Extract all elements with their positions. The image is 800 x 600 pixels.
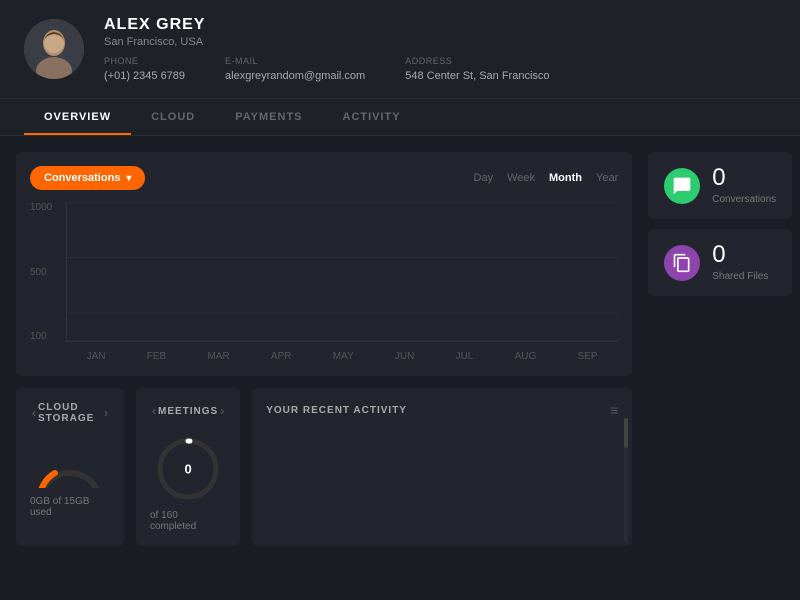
phone-label: PHONE <box>104 56 185 66</box>
donut-center-value: 0 <box>184 462 191 477</box>
cloud-next-button[interactable]: › <box>102 404 110 422</box>
meetings-header: ‹ MEETINGS › <box>150 402 226 420</box>
conversations-info: 0 Conversations <box>712 166 776 205</box>
chart-wrapper: 1000 500 100 JAN FEB MAR <box>30 202 618 362</box>
tab-payments[interactable]: PAYMENTS <box>215 99 322 135</box>
header: ALEX GREY San Francisco, USA PHONE (+01)… <box>0 0 800 99</box>
chart-x-labels: JAN FEB MAR APR MAY JUN JUL AUG SEP <box>66 351 618 362</box>
scrollbar-track <box>624 418 628 542</box>
email-label: E-MAIL <box>225 56 365 66</box>
meetings-next-nav: › <box>218 402 226 420</box>
filter-day[interactable]: Day <box>474 172 494 184</box>
x-label-may: MAY <box>333 351 354 362</box>
cloud-prev-nav: ‹ <box>30 404 38 422</box>
left-panel: Conversations Day Week Month Year 1000 5… <box>16 152 632 546</box>
x-label-sep: SEP <box>578 351 598 362</box>
address-label: ADDRESS <box>405 56 549 66</box>
chart-canvas <box>66 202 618 342</box>
x-label-feb: FEB <box>147 351 166 362</box>
cloud-next-nav: › <box>102 404 110 422</box>
cloud-prev-button[interactable]: ‹ <box>30 404 38 422</box>
profile-location: San Francisco, USA <box>104 36 776 48</box>
shared-files-count: 0 <box>712 243 776 267</box>
stat-conversations: 0 Conversations <box>648 152 792 219</box>
shared-files-icon <box>664 245 700 281</box>
meetings-card: ‹ MEETINGS › 0 of 160 completed <box>136 388 240 546</box>
activity-menu-icon[interactable]: ≡ <box>610 402 618 418</box>
x-label-aug: AUG <box>515 351 537 362</box>
conversations-icon <box>664 168 700 204</box>
shared-files-info: 0 Shared Files <box>712 243 776 282</box>
phone-value: (+01) 2345 6789 <box>104 70 185 82</box>
conversations-label: Conversations <box>712 194 776 205</box>
tab-activity[interactable]: ACTIVITY <box>323 99 421 135</box>
stats-grid: 0 Conversations 0 Messages <box>648 152 800 296</box>
email-value: alexgreyrandom@gmail.com <box>225 70 365 82</box>
stat-shared-files: 0 Shared Files <box>648 229 792 296</box>
phone-contact: PHONE (+01) 2345 6789 <box>104 56 185 82</box>
y-label-1000: 1000 <box>30 202 52 213</box>
profile-info: ALEX GREY San Francisco, USA PHONE (+01)… <box>104 16 776 82</box>
meetings-title: MEETINGS <box>158 406 218 417</box>
activity-header: YOUR RECENT ACTIVITY ≡ <box>266 402 618 418</box>
avatar <box>24 19 84 79</box>
chart-y-labels: 1000 500 100 <box>30 202 52 342</box>
chart-area: Conversations Day Week Month Year 1000 5… <box>16 152 632 376</box>
x-label-jan: JAN <box>87 351 106 362</box>
bottom-row: ‹ CLOUD STORAGE › 0GB of 15GB used <box>16 388 632 546</box>
cloud-storage-title: CLOUD STORAGE <box>38 402 102 424</box>
x-label-jun: JUN <box>395 351 414 362</box>
conversations-count: 0 <box>712 166 776 190</box>
x-label-apr: APR <box>271 351 292 362</box>
meetings-next-button[interactable]: › <box>218 402 226 420</box>
nav-tabs: OVERVIEW CLOUD PAYMENTS ACTIVITY <box>0 99 800 136</box>
meetings-prev-nav: ‹ <box>150 402 158 420</box>
tab-overview[interactable]: OVERVIEW <box>24 99 131 135</box>
activity-title: YOUR RECENT ACTIVITY <box>266 405 407 416</box>
chart-header: Conversations Day Week Month Year <box>30 166 618 190</box>
filter-month[interactable]: Month <box>549 172 582 184</box>
scrollbar-thumb[interactable] <box>624 418 628 448</box>
filter-year[interactable]: Year <box>596 172 618 184</box>
shared-files-label: Shared Files <box>712 271 776 282</box>
y-label-500: 500 <box>30 267 52 278</box>
conversations-dropdown[interactable]: Conversations <box>30 166 145 190</box>
time-filters: Day Week Month Year <box>474 172 619 184</box>
cloud-storage-header: ‹ CLOUD STORAGE › <box>30 402 110 424</box>
right-panel: 0 Conversations 0 Messages <box>648 152 800 546</box>
activity-card: YOUR RECENT ACTIVITY ≡ <box>252 388 632 546</box>
address-contact: ADDRESS 548 Center St, San Francisco <box>405 56 549 82</box>
profile-name: ALEX GREY <box>104 16 776 34</box>
address-value: 548 Center St, San Francisco <box>405 70 549 82</box>
main-content: Conversations Day Week Month Year 1000 5… <box>0 136 800 562</box>
meetings-prev-button[interactable]: ‹ <box>150 402 158 420</box>
email-contact: E-MAIL alexgreyrandom@gmail.com <box>225 56 365 82</box>
donut-container: 0 <box>153 434 223 504</box>
contact-info: PHONE (+01) 2345 6789 E-MAIL alexgreyran… <box>104 56 776 82</box>
tab-cloud[interactable]: CLOUD <box>131 99 215 135</box>
x-label-jul: JUL <box>456 351 474 362</box>
cloud-storage-card: ‹ CLOUD STORAGE › 0GB of 15GB used <box>16 388 124 546</box>
y-label-100: 100 <box>30 331 52 342</box>
gauge-container <box>30 438 110 488</box>
meetings-label: of 160 completed <box>150 510 226 532</box>
x-label-mar: MAR <box>207 351 229 362</box>
cloud-storage-label: 0GB of 15GB used <box>30 496 110 518</box>
filter-week[interactable]: Week <box>507 172 535 184</box>
